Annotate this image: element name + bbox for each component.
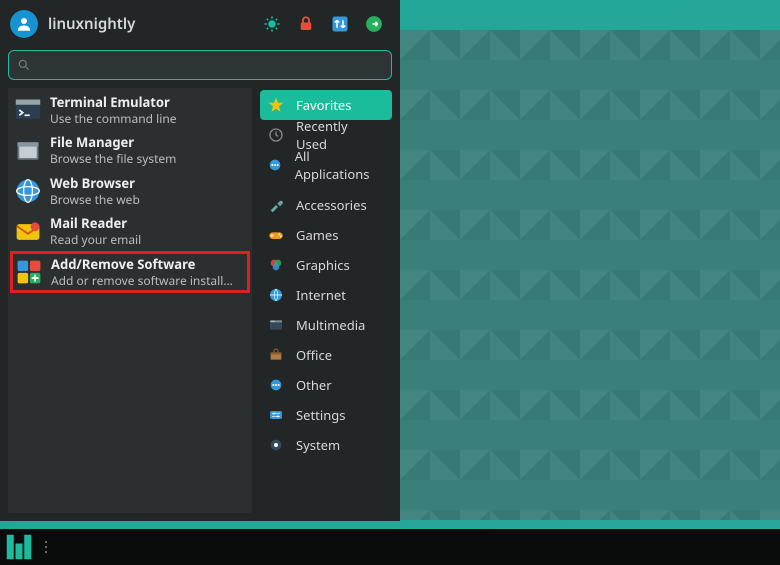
category-system[interactable]: System: [260, 430, 392, 460]
category-label: System: [296, 436, 340, 454]
files-icon: [14, 137, 42, 165]
graphics-icon: [266, 255, 286, 275]
favorites-app-list: Terminal Emulator Use the command line F…: [8, 88, 252, 513]
app-title: File Manager: [50, 134, 246, 151]
wallpaper-pattern: [400, 30, 780, 520]
settings-button[interactable]: [262, 14, 282, 34]
app-desc: Use the command line: [50, 111, 246, 127]
app-desc: Browse the web: [50, 192, 246, 208]
switch-user-button[interactable]: [330, 14, 350, 34]
app-text: Web Browser Browse the web: [50, 175, 246, 207]
category-accessories[interactable]: Accessories: [260, 190, 392, 220]
settings-icon: [266, 405, 286, 425]
software-icon: [15, 258, 43, 286]
logout-button[interactable]: [364, 14, 384, 34]
category-label: Multimedia: [296, 316, 365, 334]
category-label: Settings: [296, 406, 345, 424]
category-graphics[interactable]: Graphics: [260, 250, 392, 280]
app-item-web-browser[interactable]: Web Browser Browse the web: [8, 171, 252, 211]
other-icon: [266, 375, 286, 395]
category-label: Graphics: [296, 256, 350, 274]
app-item-terminal-emulator[interactable]: Terminal Emulator Use the command line: [8, 90, 252, 130]
taskbar-separator: [45, 546, 47, 548]
category-recently-used[interactable]: Recently Used: [260, 120, 392, 150]
category-label: Office: [296, 346, 332, 364]
logout-icon: [365, 15, 383, 33]
search-input[interactable]: [37, 58, 383, 73]
avatar[interactable]: [10, 10, 38, 38]
category-all-applications[interactable]: All Applications: [260, 150, 392, 180]
app-title: Terminal Emulator: [50, 94, 246, 111]
app-text: Add/Remove Software Add or remove softwa…: [51, 256, 245, 288]
system-icon: [266, 435, 286, 455]
lock-icon: [297, 15, 315, 33]
search-box[interactable]: [8, 50, 392, 80]
app-title: Web Browser: [50, 175, 246, 192]
search-icon: [17, 58, 31, 72]
menu-body: Terminal Emulator Use the command line F…: [0, 88, 400, 521]
internet-icon: [266, 285, 286, 305]
app-text: Mail Reader Read your email: [50, 215, 246, 247]
category-spacer: [260, 180, 392, 190]
category-settings[interactable]: Settings: [260, 400, 392, 430]
apps-icon: [266, 155, 285, 175]
category-label: Games: [296, 226, 338, 244]
category-label: All Applications: [295, 147, 382, 183]
lock-button[interactable]: [296, 14, 316, 34]
user-icon: [15, 15, 33, 33]
category-office[interactable]: Office: [260, 340, 392, 370]
app-title: Mail Reader: [50, 215, 246, 232]
lightbulb-icon: [263, 15, 281, 33]
app-text: File Manager Browse the file system: [50, 134, 246, 166]
games-icon: [266, 225, 286, 245]
category-label: Accessories: [296, 196, 367, 214]
app-desc: Add or remove software install…: [51, 273, 245, 289]
app-desc: Read your email: [50, 232, 246, 248]
desktop-background: linuxnightly: [0, 0, 780, 565]
category-label: Other: [296, 376, 332, 394]
category-other[interactable]: Other: [260, 370, 392, 400]
category-multimedia[interactable]: Multimedia: [260, 310, 392, 340]
category-label: Favorites: [296, 96, 351, 114]
header-actions: [262, 14, 390, 34]
category-favorites[interactable]: Favorites: [260, 90, 392, 120]
menu-header: linuxnightly: [0, 0, 400, 48]
category-internet[interactable]: Internet: [260, 280, 392, 310]
app-text: Terminal Emulator Use the command line: [50, 94, 246, 126]
tools-icon: [266, 195, 286, 215]
app-desc: Browse the file system: [50, 151, 246, 167]
app-item-mail-reader[interactable]: Mail Reader Read your email: [8, 211, 252, 251]
multimedia-icon: [266, 315, 286, 335]
app-item-add-remove-software[interactable]: Add/Remove Software Add or remove softwa…: [10, 251, 250, 293]
username-label: linuxnightly: [48, 14, 262, 34]
manjaro-icon: [5, 533, 33, 561]
start-button[interactable]: [3, 531, 35, 563]
category-games[interactable]: Games: [260, 220, 392, 250]
web-icon: [14, 177, 42, 205]
app-item-file-manager[interactable]: File Manager Browse the file system: [8, 130, 252, 170]
category-label: Internet: [296, 286, 346, 304]
app-title: Add/Remove Software: [51, 256, 245, 273]
terminal-icon: [14, 96, 42, 124]
star-icon: [266, 95, 286, 115]
switch-icon: [331, 15, 349, 33]
office-icon: [266, 345, 286, 365]
taskbar: [0, 529, 780, 565]
search-row: [0, 48, 400, 88]
mail-icon: [14, 218, 42, 246]
category-list: Favorites Recently Used All Applications: [260, 88, 392, 513]
clock-icon: [266, 125, 286, 145]
application-menu: linuxnightly: [0, 0, 400, 521]
